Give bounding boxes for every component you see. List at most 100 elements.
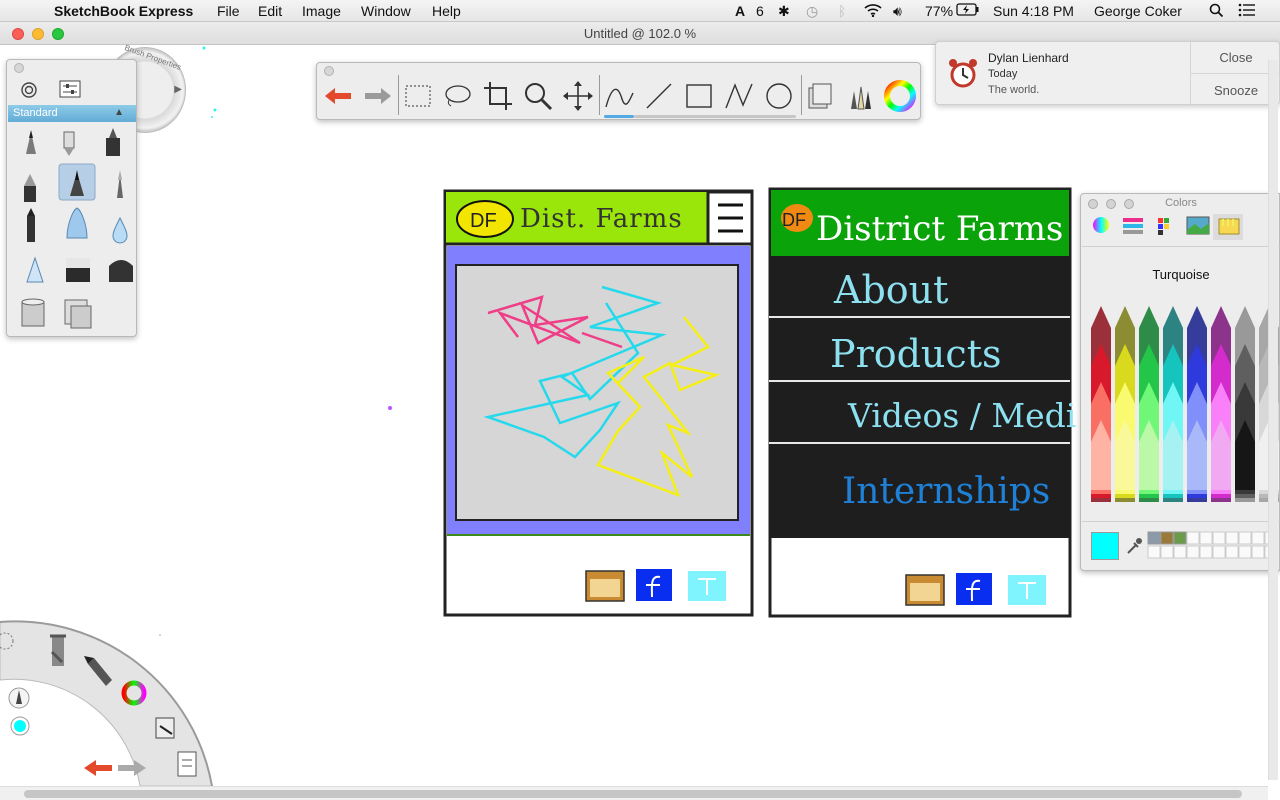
image-palette-tab-icon — [1186, 216, 1210, 235]
brushes-icon[interactable] — [843, 79, 877, 113]
zoom-icon[interactable] — [521, 79, 555, 113]
lagoon-tool-icon — [8, 687, 30, 709]
brush-grid — [21, 128, 133, 329]
menu-window[interactable]: Window — [361, 3, 411, 19]
sketch-menu-products: Products — [830, 332, 1001, 376]
sketch-right-logo: DF — [782, 210, 806, 230]
app-menu[interactable]: SketchBook Express — [54, 3, 193, 19]
colors-panel: Colors Turquoise — [1080, 193, 1280, 571]
menu-bar: SketchBook Express File Edit Image Windo… — [0, 0, 1280, 22]
crayon-box[interactable] — [1089, 306, 1280, 504]
notification-message: The world. — [988, 84, 1040, 96]
sketch-menu-internships: Internships — [842, 471, 1050, 512]
wifi-icon[interactable] — [864, 3, 882, 20]
horizontal-scroll-thumb[interactable] — [24, 790, 1242, 798]
layer-fill-icon — [64, 299, 92, 329]
lasso-select-icon[interactable] — [441, 79, 475, 113]
menu-image[interactable]: Image — [302, 3, 341, 19]
undo-icon[interactable] — [321, 79, 355, 113]
crayons-tab-icon — [1218, 218, 1240, 235]
rectangle-select-icon[interactable] — [401, 79, 435, 113]
sketch-right-phone: DF District Farms About Products Videos … — [768, 187, 1076, 618]
spotlight-search-icon[interactable] — [1209, 3, 1224, 21]
sketch-left-title: Dist. Farms — [520, 204, 683, 234]
hard-eraser-icon — [109, 260, 133, 282]
adobe-count: 6 — [756, 3, 764, 19]
sketch-left-logo: DF — [470, 210, 497, 232]
eyedropper-icon[interactable] — [1125, 536, 1143, 561]
close-palette-button[interactable] — [14, 63, 24, 73]
rectangle-icon[interactable] — [682, 79, 716, 113]
volume-icon[interactable]: 🔊︎ — [893, 3, 902, 20]
notification-sender: Dylan Lienhard — [988, 51, 1069, 65]
battery-percent: 77% — [925, 3, 954, 19]
bluetooth-icon[interactable]: ᛒ — [838, 3, 846, 19]
window-title: Untitled @ 102.0 % — [583, 26, 697, 41]
fill-bucket-icon — [21, 298, 45, 327]
freehand-line-icon[interactable] — [602, 79, 636, 113]
lagoon-undo-icon — [84, 760, 112, 776]
brush-set-dropdown[interactable]: Standard ▲ — [8, 105, 136, 122]
menu-file[interactable]: File — [217, 3, 240, 19]
adobe-icon[interactable]: A — [735, 3, 745, 19]
brush-set-label: Standard — [13, 107, 58, 119]
chevron-right-icon[interactable]: ▶ — [174, 84, 182, 95]
selected-color-name: Turquoise — [1152, 267, 1210, 282]
color-wheel-tab-icon — [1093, 217, 1109, 233]
color-palettes-tab-icon — [1158, 218, 1169, 235]
main-toolbar — [316, 62, 921, 120]
lagoon-menu — [0, 620, 213, 786]
brush-settings-icon[interactable] — [59, 80, 81, 103]
pencil-brush-icon — [26, 130, 36, 154]
color-mode-tabs — [1093, 214, 1243, 240]
battery-icon[interactable] — [956, 3, 980, 19]
polyline-icon[interactable] — [722, 79, 756, 113]
sketch-menu-about: About — [833, 268, 948, 312]
layers-icon[interactable] — [803, 79, 837, 113]
shape-tool-indicator — [604, 115, 634, 118]
time-machine-icon[interactable]: ◷ — [806, 3, 818, 20]
alarm-clock-icon — [947, 57, 979, 94]
lagoon-layer-icon — [155, 717, 175, 739]
close-toolbar-button[interactable] — [324, 66, 334, 76]
redo-icon[interactable] — [361, 79, 395, 113]
colors-panel-title: Colors — [1165, 197, 1197, 209]
menu-edit[interactable]: Edit — [258, 3, 282, 19]
line-icon[interactable] — [642, 79, 676, 113]
notification-snooze-button[interactable]: Snooze — [1191, 75, 1280, 106]
menu-help[interactable]: Help — [432, 3, 461, 19]
sketch-left-phone: DF Dist. Farms — [443, 189, 754, 617]
lagoon-menu-icon — [177, 751, 197, 777]
color-sliders-tab-icon — [1123, 218, 1143, 234]
lagoon-current-color-icon — [10, 716, 30, 736]
collapse-icon[interactable]: ▲ — [114, 107, 124, 118]
vertical-scrollbar[interactable] — [1268, 60, 1278, 780]
color-wheel-icon[interactable] — [883, 79, 917, 113]
ballpoint-pen-icon — [63, 131, 75, 156]
eraser-icon — [66, 258, 90, 282]
ellipse-icon[interactable] — [762, 79, 796, 113]
smudge-icon — [26, 256, 44, 283]
notification-time: Today — [988, 68, 1018, 80]
lagoon-transform-icon — [50, 634, 66, 666]
notification-banner[interactable]: Dylan Lienhard Today The world. Close Sn… — [935, 41, 1280, 106]
user-menu[interactable]: George Coker — [1094, 3, 1182, 19]
selected-color-swatch[interactable] — [1091, 532, 1119, 560]
paintbrush-icon — [117, 170, 123, 198]
notification-close-button[interactable]: Close — [1191, 42, 1280, 74]
blur-drop-icon — [112, 216, 128, 244]
notification-center-icon[interactable] — [1238, 3, 1256, 20]
crop-icon[interactable] — [481, 79, 515, 113]
felt-tip-icon — [27, 208, 35, 242]
sketch-menu-videos: Videos / Media — [847, 396, 1076, 435]
horizontal-scrollbar[interactable] — [0, 786, 1268, 800]
marker-brush-icon — [106, 128, 120, 156]
move-icon[interactable] — [561, 79, 595, 113]
clock[interactable]: Sun 4:18 PM — [993, 3, 1074, 19]
saved-swatches[interactable] — [1147, 531, 1280, 561]
brush-library-icon[interactable] — [19, 80, 39, 105]
sketch-right-title: District Farms — [816, 209, 1063, 249]
settings-icon[interactable]: ✱ — [778, 3, 790, 20]
airbrush-icon — [66, 207, 88, 239]
highlighter-icon — [24, 174, 36, 202]
